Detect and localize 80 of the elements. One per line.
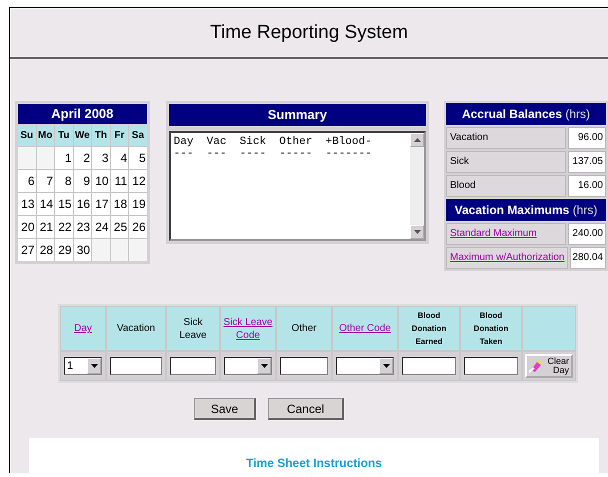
calendar-day[interactable]: 2 xyxy=(74,147,92,169)
calendar-day[interactable]: 30 xyxy=(74,239,92,261)
calendar-day[interactable]: 12 xyxy=(129,170,147,192)
column-header-text: Sick Leave xyxy=(179,316,207,342)
column-header-text: Vacation xyxy=(116,322,156,335)
calendar-day[interactable]: 23 xyxy=(74,216,92,238)
column-header-text: Blood Donation Taken xyxy=(474,310,508,348)
calendar-day[interactable]: 29 xyxy=(55,239,73,261)
balance-value: 16.00 xyxy=(568,175,606,197)
calendar-day[interactable]: 17 xyxy=(92,193,110,215)
scroll-up-icon[interactable] xyxy=(410,133,424,147)
weekday-label: Th xyxy=(92,125,110,146)
calendar-day[interactable]: 6 xyxy=(18,170,36,192)
hours-input-field[interactable] xyxy=(402,357,456,375)
calendar-day[interactable]: 5 xyxy=(129,147,147,169)
summary-text-area[interactable]: Day Vac Sick Other +Blood- --- --- ---- ----- ------- xyxy=(168,131,426,241)
balance-label: Blood xyxy=(446,175,566,197)
hours-input-field[interactable] xyxy=(110,357,162,375)
calendar-day[interactable]: 3 xyxy=(92,147,110,169)
calendar-day[interactable]: 7 xyxy=(36,170,54,192)
hours-input-field[interactable] xyxy=(280,357,328,375)
calendar-day[interactable]: 28 xyxy=(36,239,54,261)
calendar-day[interactable]: 20 xyxy=(18,216,36,238)
column-header-link[interactable]: Sick Leave Code xyxy=(222,316,274,342)
weekday-label: Fr xyxy=(110,125,128,146)
column-header-link[interactable]: Day xyxy=(74,322,92,335)
calendar-month: April 2008 xyxy=(18,104,147,124)
form-button[interactable]: Cancel xyxy=(268,398,344,420)
calendar-day[interactable]: 11 xyxy=(110,170,128,192)
weekday-label: Su xyxy=(18,125,36,146)
dropdown-field[interactable] xyxy=(224,357,272,375)
calendar-day[interactable]: 16 xyxy=(74,193,92,215)
balance-value: 240.00 xyxy=(568,223,606,245)
calendar-day[interactable]: 4 xyxy=(110,147,128,169)
calendar-day[interactable]: 9 xyxy=(74,170,92,192)
section-header: Vacation Maximums (hrs) xyxy=(446,199,606,221)
eraser-icon xyxy=(529,359,543,373)
balance-label: Vacation xyxy=(446,127,566,149)
balance-link[interactable]: Maximum w/Authorization xyxy=(446,247,568,269)
form-button[interactable]: Save xyxy=(194,398,256,420)
calendar-day[interactable]: 19 xyxy=(129,193,147,215)
scroll-down-icon[interactable] xyxy=(410,225,424,239)
column-header-link[interactable]: Other Code xyxy=(339,322,391,335)
balance-link[interactable]: Standard Maximum xyxy=(446,223,566,245)
calendar-day[interactable]: 24 xyxy=(92,216,110,238)
calendar-day[interactable]: 26 xyxy=(129,216,147,238)
scrollbar[interactable] xyxy=(410,133,424,239)
calendar-day[interactable]: 8 xyxy=(55,170,73,192)
calendar-day[interactable]: 13 xyxy=(18,193,36,215)
weekday-label: Sa xyxy=(129,125,147,146)
dropdown-field[interactable]: 1 xyxy=(64,357,102,375)
instructions-title: Time Sheet Instructions xyxy=(246,456,382,472)
calendar-day[interactable]: 22 xyxy=(55,216,73,238)
section-header: Accrual Balances (hrs) xyxy=(446,103,606,125)
weekday-label: We xyxy=(74,125,92,146)
balance-value: 280.04 xyxy=(570,247,606,269)
calendar-day[interactable]: 21 xyxy=(36,216,54,238)
page-title: Time Reporting System xyxy=(210,22,408,44)
calendar-day[interactable]: 15 xyxy=(55,193,73,215)
calendar-day[interactable]: 18 xyxy=(110,193,128,215)
calendar-day[interactable]: 25 xyxy=(110,216,128,238)
clear-day-button[interactable]: Clear Day xyxy=(525,354,573,378)
column-header-text: Other xyxy=(291,322,316,335)
balance-value: 137.05 xyxy=(568,151,606,173)
balance-label: Sick xyxy=(446,151,566,173)
summary-line: --- --- ---- ----- ------- xyxy=(174,148,373,160)
weekday-label: Mo xyxy=(36,125,54,146)
calendar-day[interactable]: 14 xyxy=(36,193,54,215)
column-header-text: Blood Donation Earned xyxy=(412,310,446,348)
hours-input-field[interactable] xyxy=(464,357,518,375)
summary-title: Summary xyxy=(168,104,426,126)
dropdown-field[interactable] xyxy=(336,357,394,375)
summary-line: Day Vac Sick Other +Blood- xyxy=(174,136,373,148)
calendar-day[interactable]: 1 xyxy=(55,147,73,169)
balance-value: 96.00 xyxy=(568,127,606,149)
weekday-label: Tu xyxy=(55,125,73,146)
calendar-day[interactable]: 10 xyxy=(92,170,110,192)
header-cell xyxy=(523,307,575,350)
hours-input-field[interactable] xyxy=(170,357,216,375)
calendar-day[interactable]: 27 xyxy=(18,239,36,261)
